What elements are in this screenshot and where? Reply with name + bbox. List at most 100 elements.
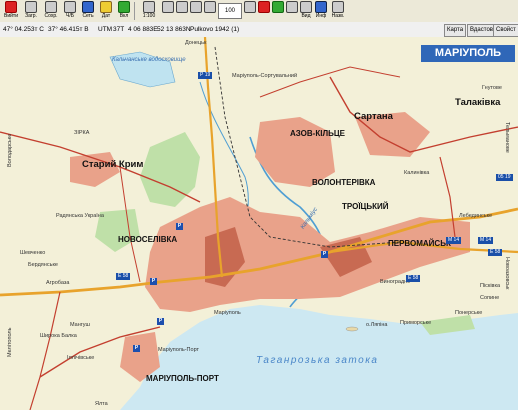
village-label[interactable]: Бердянське	[28, 262, 58, 268]
road	[259, 66, 401, 98]
village-label[interactable]: Радянська Україна	[56, 213, 104, 219]
green-area	[140, 132, 200, 207]
info-button[interactable]: Инф	[314, 1, 328, 21]
main-toolbar: Вийти Загр. Сохр. Ч/Б Сеть Дат Вкл 1:100…	[0, 0, 518, 23]
measure-button[interactable]	[244, 1, 256, 21]
village-label[interactable]: Маріуполь-Сортувальний	[232, 73, 297, 79]
village-label[interactable]: Понерське	[455, 310, 482, 316]
village-label[interactable]: Маріуполь	[214, 310, 241, 316]
target-icon	[258, 1, 270, 13]
village-label[interactable]: Лебединське	[459, 213, 492, 219]
ruler-icon	[244, 1, 256, 13]
village-label[interactable]: ЗІРКА	[74, 130, 89, 136]
on-button[interactable]: Вкл	[116, 1, 132, 21]
exit-button[interactable]: Вийти	[2, 1, 20, 21]
exit-icon	[5, 1, 17, 13]
parking-icon[interactable]: P	[133, 345, 140, 352]
net-button[interactable]: Сеть	[80, 1, 96, 21]
district-label[interactable]: ВОЛОНТЕРІВКА	[312, 178, 375, 187]
arrow-up-icon	[162, 1, 174, 13]
district-label[interactable]: НОВОСЕЛІВКА	[118, 235, 177, 244]
grid-icon	[286, 1, 298, 13]
net-icon	[82, 1, 94, 13]
village-label[interactable]: Мангуш	[70, 322, 90, 328]
zoom-tool-button[interactable]	[190, 1, 202, 21]
side-label: Володарське	[7, 133, 13, 167]
road-shield: 05 19	[496, 174, 513, 181]
datum-readout: Pulkovo 1942 (1)	[190, 26, 240, 33]
village-label[interactable]: Агробаза	[46, 280, 69, 286]
names-icon	[332, 1, 344, 13]
tab-waypoints[interactable]: Вдастов	[467, 24, 496, 37]
data-button[interactable]: Дат	[98, 1, 114, 21]
utm-zone: 37T	[113, 26, 125, 33]
side-label: Мелітополь	[7, 327, 13, 357]
names-button[interactable]: Назв.	[330, 1, 346, 21]
bw-icon	[64, 1, 76, 13]
zoom-icon	[143, 1, 155, 13]
road-shield: Е 58	[406, 275, 421, 282]
parking-icon[interactable]: P	[321, 251, 328, 258]
village-label[interactable]: Пісківка	[480, 283, 500, 289]
village-label[interactable]: Маріуполь-Порт	[158, 347, 199, 353]
village-label[interactable]: Приморське	[400, 320, 431, 326]
road-shield: М 14	[478, 237, 494, 244]
village-label[interactable]: Гнутове	[482, 85, 502, 91]
latitude-readout: 47° 04.253т С	[3, 26, 44, 33]
map-canvas[interactable]: МАРІУПОЛЬ Сартана Талаківка Старий Крим …	[0, 37, 518, 410]
region-title: МАРІУПОЛЬ	[421, 45, 515, 62]
sea-label: Таганрозька затока	[256, 355, 379, 366]
bw-button[interactable]: Ч/Б	[62, 1, 78, 21]
tab-map[interactable]: Карта	[444, 24, 467, 37]
island-liapina	[345, 326, 359, 332]
village-label[interactable]: Донецьк	[185, 40, 206, 46]
parking-icon[interactable]: P	[157, 318, 164, 325]
save-icon	[45, 1, 57, 13]
water-label: Кальчанське водосховище	[112, 57, 186, 63]
load-button[interactable]: Загр.	[22, 1, 40, 21]
hand-icon	[204, 1, 216, 13]
easting-readout: 4 06 883E	[128, 26, 158, 33]
pan-button[interactable]	[204, 1, 216, 21]
scale-input[interactable]: 100	[218, 3, 242, 19]
move-button[interactable]	[272, 1, 284, 21]
parking-icon[interactable]: P	[176, 223, 183, 230]
grid-button[interactable]	[286, 1, 298, 21]
move-icon	[272, 1, 284, 13]
district-label[interactable]: МАРІУПОЛЬ-ПОРТ	[146, 374, 219, 383]
road-shield: Р 19	[198, 72, 213, 79]
road	[29, 291, 61, 410]
load-icon	[25, 1, 37, 13]
view-button[interactable]: Вид	[300, 1, 312, 21]
zoom-button[interactable]: 1:100	[138, 1, 160, 21]
village-label[interactable]: Калинівка	[404, 170, 429, 176]
target-button[interactable]	[258, 1, 270, 21]
village-label[interactable]: Широка Балка	[40, 333, 77, 339]
parking-icon[interactable]: P	[150, 278, 157, 285]
district-label[interactable]: ТРОЇЦЬКИЙ	[342, 202, 389, 211]
village-label[interactable]: Шевченко	[20, 250, 45, 256]
arrow-up-button[interactable]	[162, 1, 174, 21]
village-label[interactable]: Сопине	[480, 295, 499, 301]
road-shield: М 14	[446, 237, 462, 244]
district-label[interactable]: АЗОВ-КІЛЬЦЕ	[290, 129, 345, 138]
view-icon	[300, 1, 312, 13]
village-label[interactable]: о.Ляпіна	[366, 322, 387, 328]
arrow-down-icon	[176, 1, 188, 13]
district-label[interactable]: ПЕРВОМАЙСЬК	[388, 239, 451, 248]
data-icon	[100, 1, 112, 13]
city-label[interactable]: Сартана	[354, 111, 393, 122]
toolbar-separator	[134, 2, 135, 20]
arrow-down-button[interactable]	[176, 1, 188, 21]
urban-area-north	[255, 117, 335, 187]
tab-properties[interactable]: Свойст	[493, 24, 518, 37]
northing-readout: 52 13 863N	[157, 26, 191, 33]
road-shield: Е 58	[116, 273, 131, 280]
city-label[interactable]: Старий Крим	[82, 159, 143, 170]
village-label[interactable]: Іллічівське	[67, 355, 94, 361]
city-label[interactable]: Талаківка	[455, 97, 500, 108]
save-button[interactable]: Сохр.	[42, 1, 60, 21]
magnifier-icon	[190, 1, 202, 13]
longitude-readout: 37° 46.415т В	[48, 26, 89, 33]
village-label[interactable]: Ялта	[95, 401, 108, 407]
